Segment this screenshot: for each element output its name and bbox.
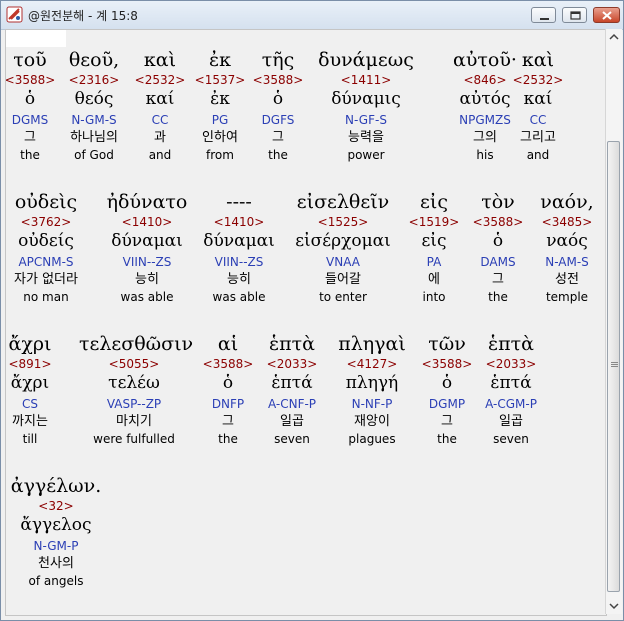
word-lemma: ἑπτά (490, 373, 532, 393)
word-strong: <2532> (512, 73, 564, 87)
down-arrow-icon (609, 603, 619, 610)
word-korean: 성전 (555, 272, 579, 287)
word-column[interactable]: ἑπτὰ <2033> ἑπτά A-CGM-P 일곱 seven (456, 332, 566, 447)
close-button[interactable] (593, 7, 620, 23)
word-greek: ---- (226, 191, 252, 213)
word-column[interactable]: δυνάμεως <1411> δύναμις N-GF-S 능력을 power (311, 48, 421, 163)
word-english: temple (545, 290, 589, 304)
word-column[interactable]: καὶ <2532> καί CC 그리고 and (483, 48, 593, 163)
word-english: till (22, 432, 38, 446)
word-greek: καὶ (521, 49, 555, 71)
maximize-icon (570, 11, 581, 20)
word-column[interactable]: ἄχρι <891> ἄχρι CS 까지는 till (6, 332, 85, 447)
word-english: power (347, 148, 385, 162)
word-parse: N-GF-S (345, 113, 387, 127)
scroll-up-button[interactable] (606, 29, 622, 45)
minimize-button[interactable] (531, 7, 556, 23)
word-english: of angels (28, 574, 84, 588)
word-english: was able (212, 290, 266, 304)
word-korean: 까지는 (12, 414, 48, 429)
word-korean: 능력을 (348, 130, 384, 145)
word-greek: ἀγγέλων. (10, 475, 102, 497)
word-greek: ἄχρι (8, 333, 52, 355)
word-parse: VIIN--ZS (214, 255, 264, 269)
word-strong: <3485> (541, 215, 593, 229)
word-english: and (526, 148, 550, 162)
header-cell (6, 30, 66, 47)
word-korean: 그리고 (520, 130, 556, 145)
word-column[interactable]: ναόν, <3485> ναός N-AM-S 성전 temple (512, 190, 606, 305)
word-korean: 일곱 (499, 414, 523, 429)
scroll-down-button[interactable] (606, 598, 622, 614)
close-icon (602, 11, 612, 20)
word-column[interactable]: ἀγγέλων. <32> ἄγγελος N-GM-P 천사의 of angels (6, 474, 111, 589)
word-parse: N-GM-P (33, 539, 79, 553)
maximize-button[interactable] (562, 7, 587, 23)
word-korean: 자가 없더라 (14, 272, 78, 287)
word-parse: N-AM-S (545, 255, 589, 269)
word-greek: ἑπτὰ (487, 333, 535, 355)
word-english: no man (23, 290, 69, 304)
word-lemma: ναός (546, 231, 588, 251)
minimize-icon (540, 18, 549, 20)
word-parse: A-CGM-P (485, 397, 537, 411)
word-korean: 천사의 (38, 556, 74, 571)
word-greek: δυνάμεως (318, 49, 414, 71)
word-lemma: δύναμαι (203, 231, 275, 251)
word-column[interactable]: οὐδεὶς <3762> οὐδείς APCNM-S 자가 없더라 no man (6, 190, 101, 305)
up-arrow-icon (609, 33, 619, 40)
word-parse: CS (22, 397, 38, 411)
word-parse: APCNM-S (18, 255, 74, 269)
word-english: seven (493, 432, 529, 446)
word-lemma: ἄγγελος (20, 515, 92, 535)
interlinear-pane[interactable]: τοῦ <3588> ὁ DGMS 그 the θεοῦ, <2316> θεός N-GM-S 하… (5, 29, 607, 616)
grip-icon (611, 362, 618, 363)
vertical-scrollbar[interactable] (605, 29, 622, 614)
word-column[interactable]: ---- <1410> δύναμαι VIIN--ZS 능히 was able (184, 190, 294, 305)
app-icon[interactable] (6, 6, 23, 23)
window-title: @원전분해 - 계 15:8 (28, 9, 138, 23)
word-lemma: δύναμις (331, 89, 401, 109)
scroll-thumb[interactable] (607, 141, 620, 592)
word-strong: <891> (8, 357, 52, 371)
app-window: @원전분해 - 계 15:8 τοῦ <3588> ὁ DGMS 그 the θεοῦ, <2… (0, 0, 624, 621)
word-strong: <2033> (485, 357, 537, 371)
word-lemma: καί (523, 89, 553, 109)
word-greek: οὐδεὶς (14, 191, 78, 213)
word-lemma: οὐδείς (18, 231, 74, 251)
word-parse: CC (529, 113, 547, 127)
word-korean: 능히 (227, 272, 251, 287)
title-bar[interactable]: @원전분해 - 계 15:8 (1, 1, 623, 30)
word-greek: ναόν, (540, 191, 594, 213)
word-strong: <1411> (340, 73, 392, 87)
word-strong: <32> (38, 499, 74, 513)
word-strong: <3762> (20, 215, 72, 229)
word-lemma: ἄχρι (10, 373, 50, 393)
word-strong: <1410> (213, 215, 265, 229)
